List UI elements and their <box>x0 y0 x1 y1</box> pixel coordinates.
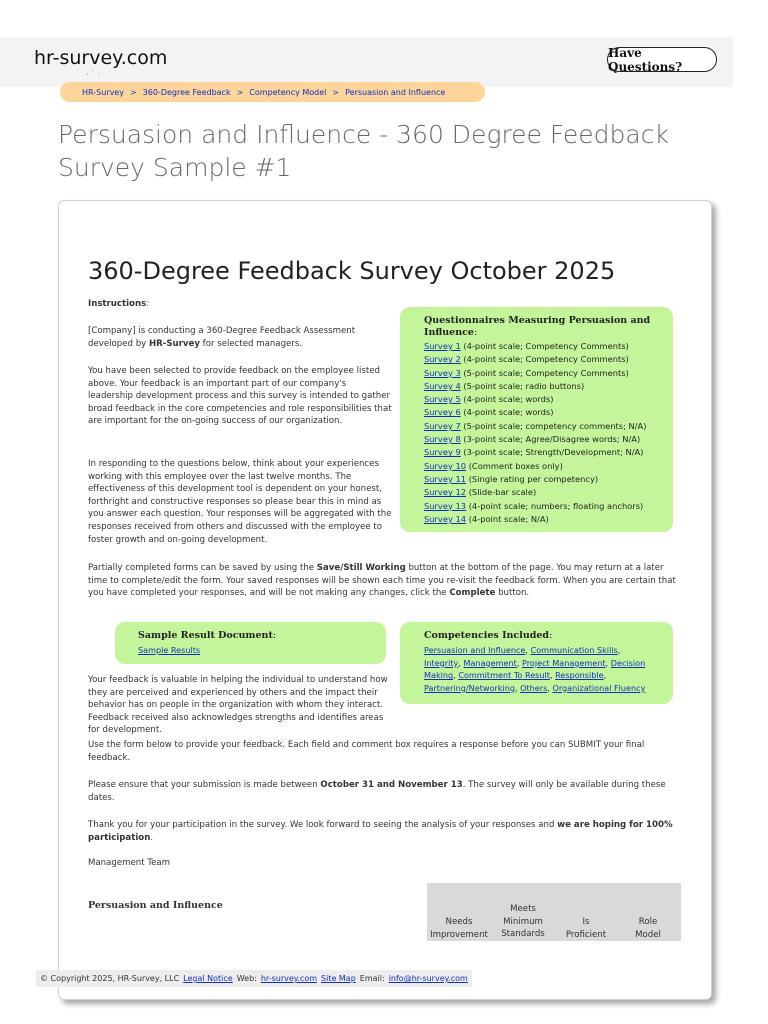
scale-meets-minimum: Meets Minimum Standards <box>501 904 545 940</box>
survey-link[interactable]: Survey 4 <box>424 381 461 391</box>
questionnaires-heading: Questionnaires Measuring Persuasion and … <box>424 315 651 338</box>
breadcrumb-item-persuasion[interactable]: Persuasion and Influence <box>345 88 445 97</box>
scale-role-model: Role Model <box>635 917 661 940</box>
questionnaire-item: Survey 7 (5-point scale; competency comm… <box>424 420 672 433</box>
questionnaire-item: Survey 4 (5-point scale; radio buttons) <box>424 380 672 393</box>
page-title: Persuasion and Influence - 360 Degree Fe… <box>58 120 669 182</box>
survey-description: (5-point scale; radio buttons) <box>460 380 585 391</box>
sample-results-link[interactable]: Sample Results <box>138 645 200 655</box>
have-questions-button[interactable]: Have Questions? <box>607 46 717 74</box>
questionnaire-item: Survey 11 (Single rating per competency) <box>424 473 672 486</box>
competencies-list: Persuasion and Influence, Communication … <box>424 645 646 693</box>
competencies-heading: Competencies Included: <box>424 630 553 641</box>
survey-link[interactable]: Survey 10 <box>424 461 466 471</box>
breadcrumb-item-360[interactable]: 360-Degree Feedback <box>143 88 231 97</box>
competencies-box: Competencies Included: Persuasion and In… <box>400 622 673 704</box>
competency-link[interactable]: Project Management <box>522 658 606 668</box>
survey-link[interactable]: Survey 12 <box>424 487 466 497</box>
questionnaires-list: Survey 1 (4-point scale; Competency Comm… <box>424 340 672 526</box>
competency-link[interactable]: Communication Skills <box>531 645 618 655</box>
survey-link[interactable]: Survey 14 <box>424 514 466 524</box>
questionnaire-item: Survey 8 (3-point scale; Agree/Disagree … <box>424 433 672 446</box>
breadcrumb: HR-Survey > 360-Degree Feedback > Compet… <box>60 82 485 102</box>
thanks-paragraph: Thank you for your participation in the … <box>88 820 673 843</box>
survey-description: (4-point scale; N/A) <box>466 513 549 524</box>
survey-link[interactable]: Survey 7 <box>424 421 461 431</box>
questionnaire-item: Survey 6 (4-point scale; words) <box>424 406 672 419</box>
competency-link[interactable]: Management <box>464 658 517 668</box>
scale-needs-improvement: Needs Improvement <box>430 917 488 940</box>
survey-description: (4-point scale; numbers; floating anchor… <box>466 500 644 511</box>
questionnaire-item: Survey 12 (Slide-bar scale) <box>424 486 672 499</box>
competency-link[interactable]: Integrity <box>424 658 458 668</box>
questionnaire-item: Survey 5 (4-point scale; words) <box>424 393 672 406</box>
sample-result-box: Sample Result Document: Sample Results <box>115 622 386 664</box>
questionnaire-item: Survey 1 (4-point scale; Competency Comm… <box>424 340 672 353</box>
instructions-heading: Instructions: <box>88 299 150 309</box>
footer-legal-link[interactable]: Legal Notice <box>183 974 233 983</box>
survey-description: (Slide-bar scale) <box>466 487 537 498</box>
breadcrumb-item-competency-model[interactable]: Competency Model <box>249 88 326 97</box>
ensure-paragraph: Please ensure that your submission is ma… <box>88 780 666 803</box>
survey-description: (Comment boxes only) <box>466 460 563 471</box>
survey-link[interactable]: Survey 8 <box>424 434 461 444</box>
survey-description: (4-point scale; Competency Comments) <box>460 341 629 351</box>
use-form-paragraph: Use the form below to provide your feedb… <box>88 740 645 763</box>
survey-description: (4-point scale; words) <box>460 407 554 418</box>
questionnaire-item: Survey 13 (4-point scale; numbers; float… <box>424 500 672 513</box>
breadcrumb-separator: > <box>236 87 244 97</box>
questionnaire-item: Survey 10 (Comment boxes only) <box>424 460 672 473</box>
breadcrumb-separator: > <box>129 87 137 97</box>
valuable-paragraph: Your feedback is valuable in helping the… <box>88 675 388 736</box>
partial-save-paragraph: Partially completed forms can be saved b… <box>88 563 676 599</box>
sample-result-heading: Sample Result Document: <box>138 630 277 641</box>
competency-link[interactable]: Partnering/Networking <box>424 683 515 693</box>
survey-link[interactable]: Survey 13 <box>424 501 466 511</box>
survey-link[interactable]: Survey 11 <box>424 474 466 484</box>
competency-link[interactable]: Organizational Fluency <box>552 683 645 693</box>
survey-description: (5-point scale; competency comments; N/A… <box>460 420 647 431</box>
survey-link[interactable]: Survey 9 <box>424 447 461 457</box>
questionnaire-item: Survey 9 (3-point scale; Strength/Develo… <box>424 446 672 459</box>
footer-web-link[interactable]: hr-survey.com <box>261 974 317 983</box>
competency-link[interactable]: Responsible <box>555 670 604 680</box>
questionnaire-item: Survey 14 (4-point scale; N/A) <box>424 513 672 526</box>
breadcrumb-item-hr-survey[interactable]: HR-Survey <box>82 88 124 97</box>
survey-description: (3-point scale; Agree/Disagree words; N/… <box>460 434 641 445</box>
questionnaires-box: Questionnaires Measuring Persuasion and … <box>400 307 673 532</box>
survey-link[interactable]: Survey 5 <box>424 394 461 404</box>
questionnaire-item: Survey 2 (4-point scale; Competency Comm… <box>424 353 672 366</box>
scale-is-proficient: Is Proficient <box>565 917 607 940</box>
intro-paragraph-2: You have been selected to provide feedba… <box>88 366 392 427</box>
signoff: Management Team <box>88 858 171 868</box>
footer: © Copyright 2025, HR-Survey, LLC Legal N… <box>36 970 472 987</box>
survey-link[interactable]: Survey 2 <box>424 354 461 364</box>
survey-link[interactable]: Survey 3 <box>424 368 461 378</box>
competency-link[interactable]: Persuasion and Influence <box>424 645 525 655</box>
survey-description: (3-point scale; Strength/Development; N/… <box>460 447 644 458</box>
survey-link[interactable]: Survey 1 <box>424 341 461 351</box>
intro-paragraph-1: [Company] is conducting a 360-Degree Fee… <box>88 326 356 349</box>
survey-title: 360-Degree Feedback Survey October 2025 <box>88 257 616 285</box>
site-logo[interactable]: hr-survey.com <box>34 47 167 69</box>
footer-web-label: Web: <box>236 974 257 983</box>
survey-link[interactable]: Survey 6 <box>424 407 461 417</box>
competency-link[interactable]: Commitment To Result <box>458 670 550 680</box>
questionnaire-item: Survey 3 (5-point scale; Competency Comm… <box>424 367 672 380</box>
breadcrumb-separator: > <box>332 87 340 97</box>
footer-sitemap-link[interactable]: Site Map <box>321 974 356 983</box>
intro-paragraph-3: In responding to the questions below, th… <box>88 459 392 545</box>
footer-copyright: © Copyright 2025, HR-Survey, LLC <box>40 974 180 983</box>
survey-description: (Single rating per competency) <box>466 473 599 484</box>
survey-description: (5-point scale; Competency Comments) <box>460 367 629 378</box>
competency-link[interactable]: Others <box>520 683 547 693</box>
survey-description: (4-point scale; Competency Comments) <box>460 354 629 365</box>
survey-description: (4-point scale; words) <box>460 394 554 405</box>
footer-email-link[interactable]: info@hr-survey.com <box>389 974 468 983</box>
logo-dots: · ˙ · <box>86 70 101 79</box>
footer-email-label: Email: <box>359 974 385 983</box>
section-heading-persuasion: Persuasion and Influence <box>88 900 223 911</box>
